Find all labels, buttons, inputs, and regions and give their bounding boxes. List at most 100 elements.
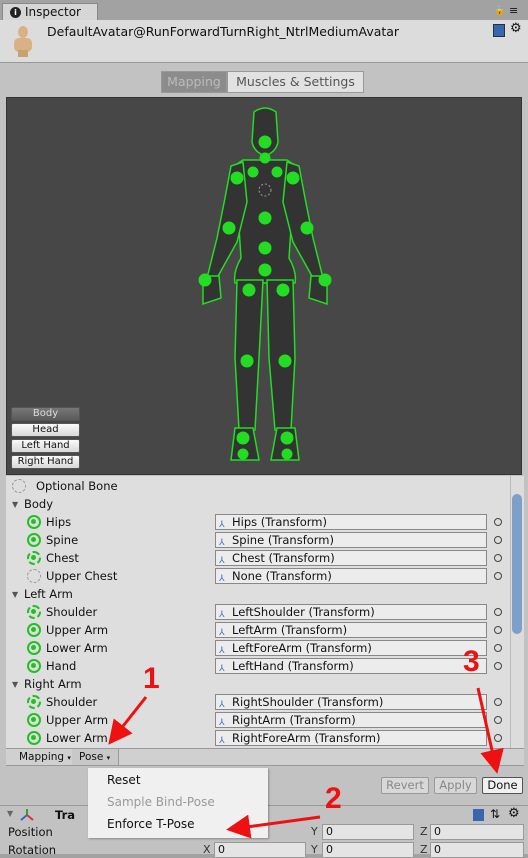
rotation-z-field[interactable]: 0: [430, 842, 524, 858]
bone-label: Lower Arm: [46, 731, 108, 745]
bone-status-icon[interactable]: [27, 551, 41, 565]
bone-row: Lower Arm ⅄ LeftForeArm (Transform): [6, 639, 510, 657]
bone-status-icon[interactable]: [27, 659, 41, 673]
scrollbar-thumb[interactable]: [512, 494, 522, 634]
group-label: Left Arm: [24, 587, 73, 601]
foldout-arrow-icon[interactable]: ▼: [7, 809, 13, 818]
position-y-field[interactable]: 0: [322, 824, 414, 840]
transform-field[interactable]: ⅄ Hips (Transform): [215, 514, 487, 530]
legend-label: Optional Bone: [36, 479, 118, 493]
transform-value: LeftShoulder (Transform): [232, 605, 375, 619]
right-leg-shape: [266, 279, 296, 431]
revert-button[interactable]: Revert: [381, 777, 429, 794]
transform-field[interactable]: ⅄ RightForeArm (Transform): [215, 730, 487, 746]
transform-field[interactable]: ⅄ LeftShoulder (Transform): [215, 604, 487, 620]
object-picker-icon[interactable]: [494, 536, 502, 544]
tab-mapping[interactable]: Mapping: [161, 71, 227, 93]
pose-menu: Reset Sample Bind-Pose Enforce T-Pose: [88, 768, 268, 838]
rotation-label: Rotation: [8, 843, 57, 857]
done-button[interactable]: Done: [482, 777, 523, 794]
transform-value: RightArm (Transform): [232, 713, 356, 727]
body-part-left-hand-button[interactable]: Left Hand: [11, 439, 80, 453]
foldout-arrow-icon[interactable]: ▼: [12, 680, 18, 689]
bone-label: Shoulder: [46, 695, 98, 709]
rotation-y-field[interactable]: 0: [322, 842, 414, 858]
bone-row: Spine ⅄ Spine (Transform): [6, 531, 510, 549]
object-picker-icon[interactable]: [494, 734, 502, 742]
transform-icon: ⅄: [219, 538, 225, 548]
body-part-right-hand-button[interactable]: Right Hand: [11, 455, 80, 469]
avatar-icon: [14, 26, 32, 57]
tab-muscles-settings[interactable]: Muscles & Settings: [227, 71, 364, 93]
bone-status-icon[interactable]: [27, 695, 41, 709]
transform-field[interactable]: ⅄ LeftForeArm (Transform): [215, 640, 487, 656]
object-picker-icon[interactable]: [494, 644, 502, 652]
transform-field[interactable]: ⅄ LeftArm (Transform): [215, 622, 487, 638]
rotation-x-field[interactable]: 0: [214, 842, 306, 858]
help-book-icon[interactable]: [473, 809, 484, 821]
avatar-body-view[interactable]: [6, 97, 522, 475]
body-part-head-button[interactable]: Head: [11, 423, 80, 437]
object-picker-icon[interactable]: [494, 662, 502, 670]
object-picker-icon[interactable]: [494, 626, 502, 634]
foldout-arrow-icon[interactable]: ▼: [12, 590, 18, 599]
transform-icon: ⅄: [219, 574, 225, 584]
foldout-arrow-icon[interactable]: ▼: [12, 500, 18, 509]
menu-item-enforce-t-pose[interactable]: Enforce T-Pose: [107, 817, 195, 831]
preset-icon[interactable]: ⇅: [490, 807, 500, 821]
transform-icon: ⅄: [219, 520, 225, 530]
bone-status-icon[interactable]: [27, 641, 41, 655]
transform-field[interactable]: ⅄ Chest (Transform): [215, 550, 487, 566]
tab-inspector[interactable]: i Inspector: [2, 3, 98, 20]
gear-icon[interactable]: ⚙: [508, 806, 520, 821]
menu-item-reset[interactable]: Reset: [107, 773, 141, 787]
bone-row: Shoulder ⅄ LeftShoulder (Transform): [6, 603, 510, 621]
bone-status-icon[interactable]: [27, 605, 41, 619]
bone-status-icon[interactable]: [27, 713, 41, 727]
bone-row: Upper Arm ⅄ LeftArm (Transform): [6, 621, 510, 639]
transform-icon: ⅄: [219, 718, 225, 728]
bone-label: Hand: [46, 659, 77, 673]
transform-field[interactable]: ⅄ RightArm (Transform): [215, 712, 487, 728]
axis-z-label: Z: [420, 825, 428, 838]
transform-field[interactable]: ⅄ Spine (Transform): [215, 532, 487, 548]
transform-icon: ⅄: [219, 646, 225, 656]
bone-row: Hand ⅄ LeftHand (Transform): [6, 657, 510, 675]
body-part-body-button[interactable]: Body: [11, 407, 80, 421]
bone-status-icon[interactable]: [27, 731, 41, 745]
bone-status-icon[interactable]: [27, 569, 41, 583]
head-shape: [251, 107, 279, 157]
bone-status-icon[interactable]: [27, 533, 41, 547]
object-picker-icon[interactable]: [494, 518, 502, 526]
transform-axes-icon: [20, 809, 34, 821]
pose-dropdown[interactable]: Pose ▾: [72, 749, 120, 765]
asset-title: DefaultAvatar@RunForwardTurnRight_NtrlMe…: [47, 24, 400, 39]
menu-icon[interactable]: ≡: [509, 4, 518, 17]
bone-row: Upper Arm ⅄ RightArm (Transform): [6, 711, 510, 729]
annotation-1: 1: [143, 662, 160, 695]
tab-label: Inspector: [25, 5, 81, 19]
apply-button[interactable]: Apply: [434, 777, 477, 794]
object-picker-icon[interactable]: [494, 608, 502, 616]
transform-value: Spine (Transform): [232, 533, 334, 547]
bone-row: Hips ⅄ Hips (Transform): [6, 513, 510, 531]
bone-list: Optional Bone ▼ Body Hips ⅄ Hips (Transform)…: [6, 476, 524, 748]
bone-status-icon[interactable]: [27, 623, 41, 637]
object-picker-icon[interactable]: [494, 698, 502, 706]
lock-icon[interactable]: 🔒: [494, 6, 505, 16]
body-silhouette: [198, 107, 332, 461]
transform-field[interactable]: ⅄ None (Transform): [215, 568, 487, 584]
position-z-field[interactable]: 0: [430, 824, 524, 840]
bone-status-icon[interactable]: [27, 515, 41, 529]
transform-field[interactable]: ⅄ RightShoulder (Transform): [215, 694, 487, 710]
transform-value: RightShoulder (Transform): [232, 695, 384, 709]
transform-field[interactable]: ⅄ LeftHand (Transform): [215, 658, 487, 674]
optional-bone-legend: Optional Bone: [6, 477, 510, 495]
object-picker-icon[interactable]: [494, 554, 502, 562]
bone-row: Lower Arm ⅄ RightForeArm (Transform): [6, 729, 510, 747]
help-book-icon[interactable]: [493, 24, 505, 37]
gear-icon[interactable]: ⚙: [510, 21, 522, 36]
mapping-dropdown[interactable]: Mapping ▾: [12, 749, 80, 765]
object-picker-icon[interactable]: [494, 716, 502, 724]
object-picker-icon[interactable]: [494, 572, 502, 580]
